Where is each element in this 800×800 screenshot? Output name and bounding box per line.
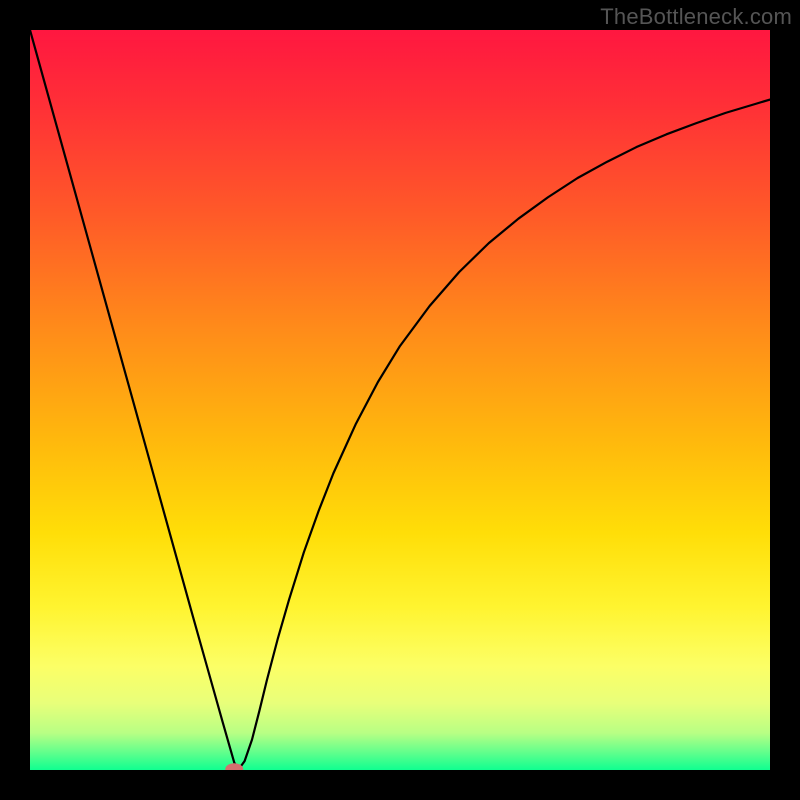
plot-area [30, 30, 770, 770]
chart-frame: TheBottleneck.com [0, 0, 800, 800]
watermark-text: TheBottleneck.com [600, 4, 792, 30]
gradient-background [30, 30, 770, 770]
plot-svg [30, 30, 770, 770]
